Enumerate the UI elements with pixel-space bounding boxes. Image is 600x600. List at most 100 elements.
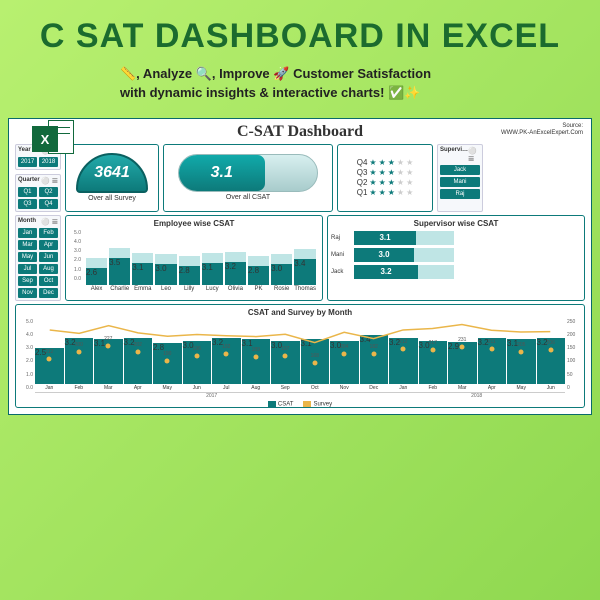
slicer-button[interactable]: Oct — [39, 276, 58, 286]
line-label: 182 — [370, 344, 378, 350]
slicer-button[interactable]: Q1 — [18, 187, 37, 197]
slicer-button[interactable]: Mani — [440, 177, 480, 187]
line-point — [135, 349, 140, 354]
star-icon: ★ — [369, 188, 376, 197]
overall-survey-card: 3641 Over all Survey — [65, 144, 159, 212]
slicer-button[interactable]: Dec — [39, 288, 58, 298]
line-point — [371, 352, 376, 357]
star-icon: ★ — [406, 168, 413, 177]
star-icon: ★ — [388, 158, 395, 167]
slicer-button[interactable]: Q2 — [39, 187, 58, 197]
slicer-button[interactable]: Nov — [18, 288, 37, 298]
bar: 2.6Alex — [86, 258, 107, 292]
csat-by-month-chart: CSAT and Survey by Month 5.04.03.02.01.0… — [15, 304, 585, 408]
bar: Mani3.0 — [331, 248, 581, 262]
filter-icon[interactable]: ⚪ 𝌆 — [41, 218, 58, 226]
line-point — [489, 346, 494, 351]
line-label: 205 — [517, 342, 525, 348]
line-point — [194, 354, 199, 359]
bar: 3.0Leo — [155, 254, 176, 292]
line-label: 190 — [163, 351, 171, 357]
bar: 3.1Lucy — [202, 253, 223, 292]
slicer-button[interactable]: Q4 — [39, 199, 58, 209]
source-label: Source:WWW.PK-AnExcelExpert.Com — [501, 123, 583, 137]
star-row: Q3★★★★★ — [357, 168, 414, 177]
month-slicer[interactable]: Month⚪ 𝌆 JanFebMarAprMayJunJulAugSepOctN… — [15, 215, 61, 301]
slicer-button[interactable]: Q3 — [18, 199, 37, 209]
slicer-button[interactable]: May — [18, 252, 37, 262]
star-icon: ★ — [397, 168, 404, 177]
slicer-button[interactable]: Jul — [18, 264, 37, 274]
star-icon: ★ — [397, 158, 404, 167]
employee-csat-chart: Employee wise CSAT 5.04.03.02.01.00.0 2.… — [65, 215, 323, 301]
bar: 2.9Mar231 — [448, 342, 477, 391]
star-icon: ★ — [379, 178, 386, 187]
supervisor-slicer[interactable]: Supervi…⚪ 𝌆 JackManiRaj — [437, 144, 483, 212]
bar: 2.5Jan212 — [35, 348, 64, 391]
line-point — [76, 350, 81, 355]
bar: 3.2Jan212 — [389, 338, 418, 391]
dashboard-panel: C-SAT Dashboard Source:WWW.PK-AnExcelExp… — [8, 118, 592, 415]
bar: 3.0Feb217 — [419, 341, 448, 391]
star-icon: ★ — [369, 158, 376, 167]
slicer-button[interactable]: Aug — [39, 264, 58, 274]
line-point — [548, 348, 553, 353]
bar: 3.1Mar227 — [94, 339, 123, 391]
line-point — [106, 343, 111, 348]
bar: 3.1Emma — [132, 253, 153, 292]
slicer-button[interactable]: Mar — [18, 240, 37, 250]
bar: 3.2Olivia — [225, 252, 246, 292]
slicer-button[interactable]: Feb — [39, 228, 58, 238]
bar: 3.1Oct168 — [301, 339, 330, 391]
bar: 3.2Apr211 — [478, 338, 507, 391]
line-label: 189 — [252, 347, 260, 353]
star-icon: ★ — [379, 158, 386, 167]
line-label: 212 — [45, 349, 53, 355]
filter-icon[interactable]: ⚪ 𝌆 — [468, 147, 480, 163]
slicer-button[interactable]: Sep — [18, 276, 37, 286]
bar: Raj3.1 — [331, 231, 581, 245]
bar: 3.4Dec182 — [360, 335, 389, 391]
star-icon: ★ — [406, 178, 413, 187]
line-label: 200 — [75, 342, 83, 348]
line-point — [224, 352, 229, 357]
star-icon: ★ — [388, 168, 395, 177]
star-row: Q4★★★★★ — [357, 158, 414, 167]
bar: 3.1May205 — [507, 339, 536, 391]
overall-survey-label: Over all Survey — [88, 195, 136, 202]
bar: 3.4Thomas — [294, 249, 316, 291]
line-label: 204 — [340, 344, 348, 350]
slicer-button[interactable]: Jun — [39, 252, 58, 262]
filter-icon[interactable]: ⚪ 𝌆 — [41, 177, 58, 185]
page-subtitle: 📏, Analyze 🔍, Improve 🚀 Customer Satisfa… — [120, 65, 460, 101]
star-icon: ★ — [388, 178, 395, 187]
line-point — [47, 356, 52, 361]
star-icon: ★ — [397, 188, 404, 197]
page-title: C SAT DASHBOARD IN EXCEL — [30, 18, 570, 55]
star-icon: ★ — [388, 188, 395, 197]
line-label: 168 — [311, 353, 319, 359]
bar: 2.8Lilly — [179, 256, 200, 292]
slicer-button[interactable]: Jack — [440, 165, 480, 175]
line-label: 212 — [399, 338, 407, 344]
bar: 3.2Jul192 — [212, 338, 241, 391]
slicer-button[interactable]: Jan — [18, 228, 37, 238]
bar: 3.0Rosie — [271, 254, 292, 292]
star-row: Q1★★★★★ — [357, 188, 414, 197]
overall-survey-value: 3641 — [76, 153, 148, 193]
slicer-button[interactable]: Raj — [440, 189, 480, 199]
quarter-rating-card: Q4★★★★★Q3★★★★★Q2★★★★★Q1★★★★★ — [337, 144, 433, 212]
star-icon: ★ — [379, 168, 386, 177]
star-icon: ★ — [397, 178, 404, 187]
line-label: 206 — [547, 340, 555, 346]
bar: 3.0Jun196 — [183, 341, 212, 391]
quarter-slicer[interactable]: Quarter⚪ 𝌆 Q1Q2Q3Q4 — [15, 174, 61, 212]
slicer-button[interactable]: Apr — [39, 240, 58, 250]
bar: 3.1Aug189 — [242, 339, 271, 391]
line-point — [430, 348, 435, 353]
bar: 3.0Sep197 — [271, 341, 300, 391]
line-label: 231 — [458, 337, 466, 343]
bar: 3.2Apr202 — [124, 338, 153, 391]
line-point — [253, 354, 258, 359]
line-label: 192 — [222, 344, 230, 350]
